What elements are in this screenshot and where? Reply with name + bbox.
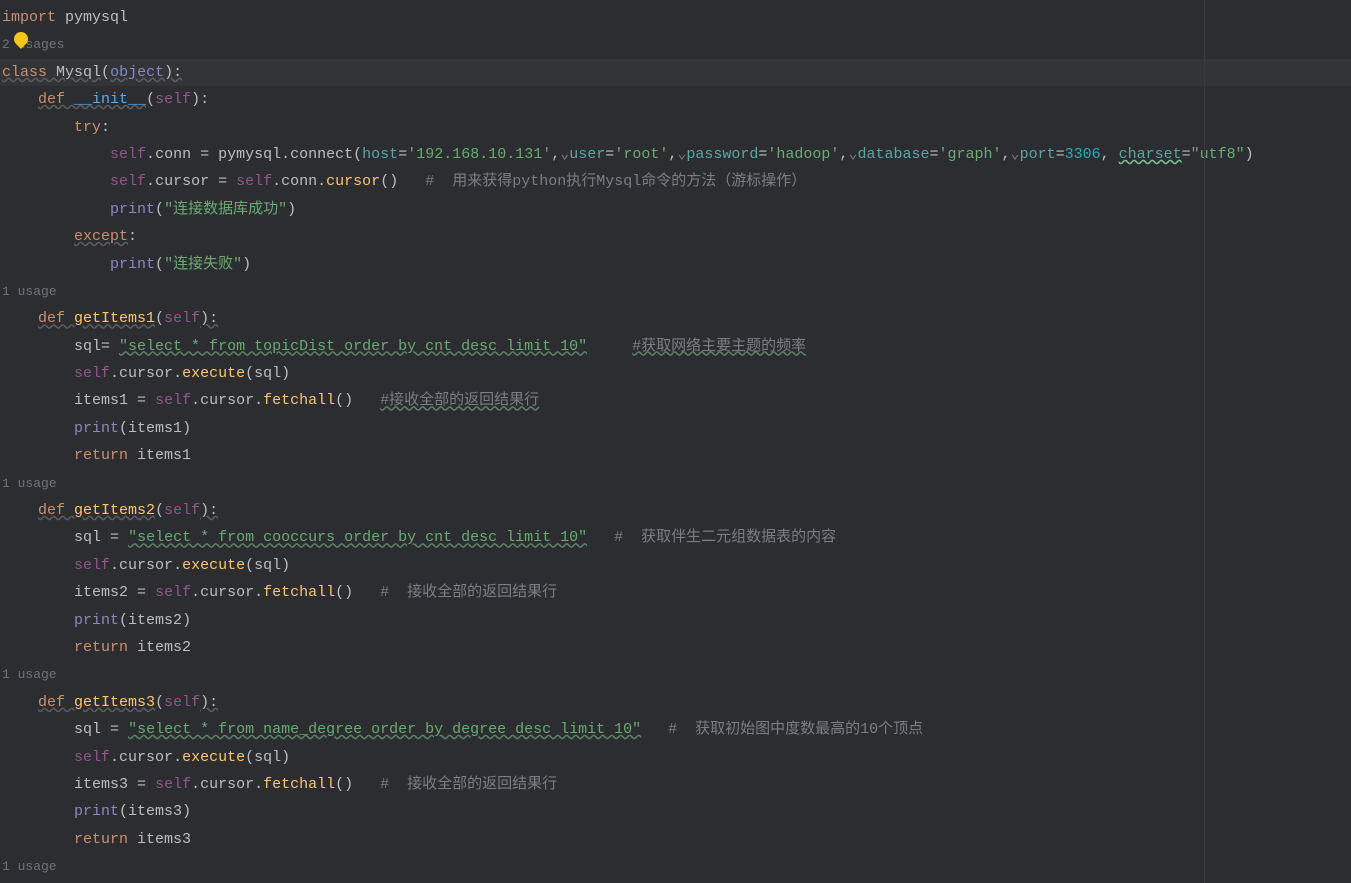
code-line[interactable]: class Mysql(object): <box>0 59 1351 86</box>
code-line[interactable]: print(items2) <box>0 607 1351 634</box>
param-self: self <box>155 91 191 108</box>
keyword-class: class <box>2 64 47 81</box>
keyword-except: except <box>74 228 128 245</box>
code-line[interactable]: print(items3) <box>0 798 1351 825</box>
comment: # 接收全部的返回结果行 <box>380 584 557 601</box>
code-line[interactable]: sql= "select * from topicDist order by c… <box>0 333 1351 360</box>
code-line[interactable]: self.cursor = self.conn.cursor() # 用来获得p… <box>0 168 1351 195</box>
keyword-def: def <box>38 91 65 108</box>
usage-hint[interactable]: 1 usage <box>0 470 1351 497</box>
code-line[interactable]: return items3 <box>0 826 1351 853</box>
code-line[interactable]: except: <box>0 223 1351 250</box>
comment: #获取网络主要主题的频率 <box>632 338 806 355</box>
usage-hint[interactable]: 1 usage <box>0 661 1351 688</box>
code-line[interactable]: return items1 <box>0 442 1351 469</box>
builtin-object: object <box>110 64 164 81</box>
method-name: __init__ <box>74 91 146 108</box>
module-name: pymysql <box>65 9 128 26</box>
usage-hint[interactable]: 2 usages <box>0 31 1351 58</box>
code-line[interactable]: self.conn = pymysql.connect(host='192.16… <box>0 141 1351 168</box>
code-line[interactable]: def getItems3(self): <box>0 689 1351 716</box>
code-line[interactable]: items2 = self.cursor.fetchall() # 接收全部的返… <box>0 579 1351 606</box>
code-line[interactable]: try: <box>0 114 1351 141</box>
usage-hint[interactable]: 1 usage <box>0 853 1351 880</box>
comment: # 获取伴生二元组数据表的内容 <box>614 529 836 546</box>
comment: # 用来获得python执行Mysql命令的方法（游标操作） <box>425 173 806 190</box>
usage-hint[interactable]: 1 usage <box>0 278 1351 305</box>
code-line[interactable]: def getItems2(self): <box>0 497 1351 524</box>
code-line[interactable]: print("连接失败") <box>0 251 1351 278</box>
code-line[interactable]: self.cursor.execute(sql) <box>0 552 1351 579</box>
code-line[interactable]: import pymysql <box>0 4 1351 31</box>
code-line[interactable]: print(items1) <box>0 415 1351 442</box>
code-line[interactable]: sql = "select * from name_degree order b… <box>0 716 1351 743</box>
code-line[interactable]: def getItems1(self): <box>0 305 1351 332</box>
method-name: getItems1 <box>74 310 155 327</box>
method-name: getItems2 <box>74 502 155 519</box>
class-name: Mysql <box>56 64 101 81</box>
method-name: getItems3 <box>74 694 155 711</box>
code-editor[interactable]: import pymysql 2 usages class Mysql(obje… <box>0 0 1351 883</box>
keyword-try: try <box>74 119 101 136</box>
comment: # 接收全部的返回结果行 <box>380 776 557 793</box>
comment: #接收全部的返回结果行 <box>380 392 539 409</box>
ruler-line <box>1204 0 1205 883</box>
keyword-import: import <box>2 9 56 26</box>
code-line[interactable]: sql = "select * from cooccurs order by c… <box>0 524 1351 551</box>
code-line[interactable]: self.cursor.execute(sql) <box>0 360 1351 387</box>
code-line[interactable]: def __init__(self): <box>0 86 1351 113</box>
self-ref: self <box>110 146 146 163</box>
comment: # 获取初始图中度数最高的10个顶点 <box>668 721 923 738</box>
code-line[interactable]: return items2 <box>0 634 1351 661</box>
code-line[interactable]: items3 = self.cursor.fetchall() # 接收全部的返… <box>0 771 1351 798</box>
code-line[interactable]: items1 = self.cursor.fetchall() #接收全部的返回… <box>0 387 1351 414</box>
code-line[interactable]: print("连接数据库成功") <box>0 196 1351 223</box>
code-line[interactable]: self.cursor.execute(sql) <box>0 744 1351 771</box>
